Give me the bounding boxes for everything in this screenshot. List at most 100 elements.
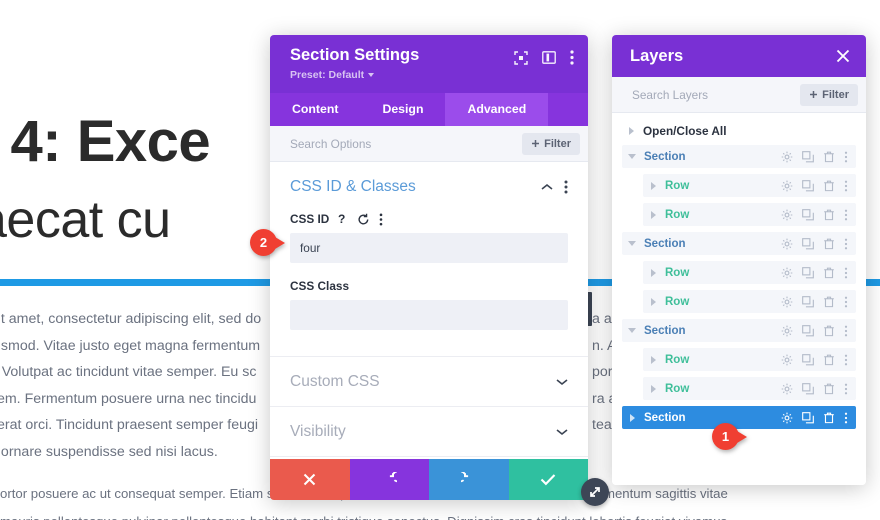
layout-icon[interactable] <box>542 51 556 69</box>
layer-expand-toggle[interactable] <box>622 328 642 333</box>
gear-icon[interactable] <box>781 296 793 308</box>
trash-icon[interactable] <box>823 354 835 366</box>
save-button[interactable] <box>508 459 588 500</box>
kebab-menu-icon[interactable] <box>844 325 848 337</box>
kebab-menu-icon[interactable] <box>844 209 848 221</box>
trash-icon[interactable] <box>823 267 835 279</box>
duplicate-icon[interactable] <box>802 179 814 192</box>
chevron-down-icon <box>556 378 568 385</box>
tab-content[interactable]: Content <box>270 93 360 126</box>
redo-button[interactable] <box>429 459 509 500</box>
duplicate-icon[interactable] <box>802 150 814 163</box>
gear-icon[interactable] <box>781 267 793 279</box>
trash-icon[interactable] <box>823 325 835 337</box>
page-subheading: aecat cu <box>0 191 171 249</box>
kebab-menu-icon[interactable] <box>570 50 574 70</box>
layer-expand-toggle[interactable] <box>643 210 663 219</box>
layer-expand-toggle[interactable] <box>643 355 663 364</box>
layers-panel: Layers Search Layers Filter Open/Close A… <box>612 35 866 485</box>
triangle-right-icon[interactable] <box>650 268 656 277</box>
help-icon[interactable]: ? <box>338 212 348 226</box>
gear-icon[interactable] <box>781 151 793 163</box>
kebab-menu-icon[interactable] <box>844 238 848 250</box>
trash-icon[interactable] <box>823 209 835 221</box>
filter-button[interactable]: Filter <box>522 132 580 155</box>
layer-row-row-4[interactable]: Row <box>643 261 856 284</box>
gear-icon[interactable] <box>781 238 793 250</box>
trash-icon[interactable] <box>823 412 835 424</box>
preset-selector[interactable]: Preset: Default <box>290 69 419 81</box>
kebab-menu-icon[interactable] <box>844 151 848 163</box>
visibility-section[interactable]: Visibility <box>270 406 588 456</box>
kebab-menu-icon[interactable] <box>844 383 848 395</box>
layer-expand-toggle[interactable] <box>643 384 663 393</box>
trash-icon[interactable] <box>823 180 835 192</box>
kebab-menu-icon[interactable] <box>564 180 568 194</box>
triangle-right-icon[interactable] <box>650 384 656 393</box>
kebab-menu-icon[interactable] <box>844 412 848 424</box>
gear-icon[interactable] <box>781 383 793 395</box>
css-id-classes-header[interactable]: CSS ID & Classes <box>290 178 568 196</box>
duplicate-icon[interactable] <box>802 266 814 279</box>
layer-expand-toggle[interactable] <box>643 268 663 277</box>
triangle-down-icon[interactable] <box>628 154 636 159</box>
search-options-input[interactable]: Search Options <box>290 137 371 151</box>
trash-icon[interactable] <box>823 296 835 308</box>
gear-icon[interactable] <box>781 412 793 424</box>
layer-row-section-0[interactable]: Section <box>622 145 856 168</box>
trash-icon[interactable] <box>823 383 835 395</box>
triangle-right-icon[interactable] <box>629 413 635 422</box>
layer-expand-toggle[interactable] <box>643 181 663 190</box>
layer-row-section-3[interactable]: Section <box>622 232 856 255</box>
layer-row-row-8[interactable]: Row <box>643 377 856 400</box>
duplicate-icon[interactable] <box>802 208 814 221</box>
kebab-menu-icon[interactable] <box>379 213 383 226</box>
layer-row-row-7[interactable]: Row <box>643 348 856 371</box>
layer-expand-toggle[interactable] <box>643 297 663 306</box>
duplicate-icon[interactable] <box>802 324 814 337</box>
triangle-down-icon[interactable] <box>628 241 636 246</box>
close-icon[interactable] <box>836 49 850 63</box>
gear-icon[interactable] <box>781 354 793 366</box>
tab-advanced[interactable]: Advanced <box>445 93 549 126</box>
duplicate-icon[interactable] <box>802 411 814 424</box>
triangle-right-icon[interactable] <box>650 210 656 219</box>
layer-expand-toggle[interactable] <box>622 413 642 422</box>
layer-row-row-2[interactable]: Row <box>643 203 856 226</box>
kebab-menu-icon[interactable] <box>844 354 848 366</box>
open-close-all-toggle[interactable]: Open/Close All <box>622 119 856 145</box>
chevron-up-icon[interactable] <box>541 183 553 191</box>
tab-design[interactable]: Design <box>360 93 445 126</box>
duplicate-icon[interactable] <box>802 237 814 250</box>
triangle-right-icon[interactable] <box>650 297 656 306</box>
duplicate-icon[interactable] <box>802 382 814 395</box>
gear-icon[interactable] <box>781 325 793 337</box>
triangle-right-icon[interactable] <box>650 355 656 364</box>
layer-expand-toggle[interactable] <box>622 154 642 159</box>
layer-row-row-5[interactable]: Row <box>643 290 856 313</box>
trash-icon[interactable] <box>823 151 835 163</box>
cancel-button[interactable] <box>270 459 350 500</box>
search-layers-input[interactable]: Search Layers <box>632 88 708 102</box>
css-id-input[interactable] <box>290 233 568 263</box>
focus-icon[interactable] <box>514 50 528 70</box>
triangle-down-icon[interactable] <box>628 328 636 333</box>
kebab-menu-icon[interactable] <box>844 296 848 308</box>
resize-handle[interactable] <box>581 478 609 506</box>
duplicate-icon[interactable] <box>802 295 814 308</box>
duplicate-icon[interactable] <box>802 353 814 366</box>
layer-expand-toggle[interactable] <box>622 241 642 246</box>
trash-icon[interactable] <box>823 238 835 250</box>
kebab-menu-icon[interactable] <box>844 180 848 192</box>
triangle-right-icon[interactable] <box>650 181 656 190</box>
undo-button[interactable] <box>349 459 429 500</box>
layer-row-section-6[interactable]: Section <box>622 319 856 342</box>
css-class-input[interactable] <box>290 300 568 330</box>
layer-row-row-1[interactable]: Row <box>643 174 856 197</box>
gear-icon[interactable] <box>781 209 793 221</box>
kebab-menu-icon[interactable] <box>844 267 848 279</box>
gear-icon[interactable] <box>781 180 793 192</box>
filter-button[interactable]: Filter <box>800 83 858 106</box>
custom-css-section[interactable]: Custom CSS <box>270 356 588 406</box>
reset-icon[interactable] <box>357 213 370 226</box>
